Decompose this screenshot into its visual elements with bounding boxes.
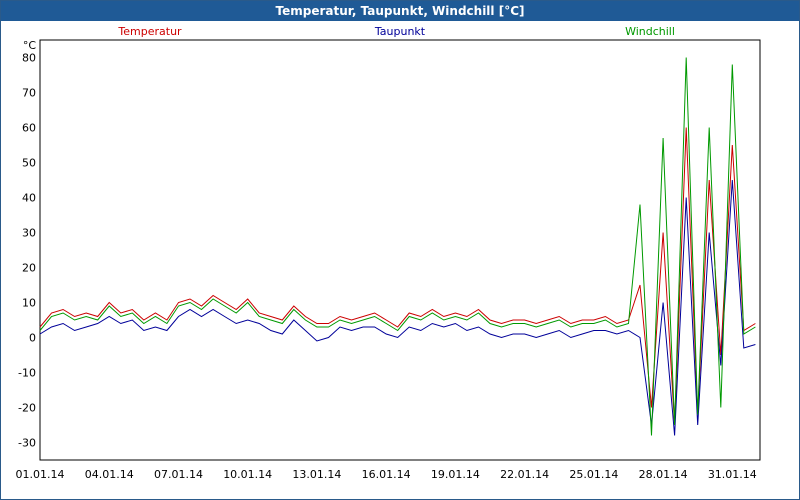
y-tick-label: 40 <box>22 192 36 205</box>
y-tick-label: 10 <box>22 297 36 310</box>
x-tick-label: 10.01.14 <box>223 468 272 481</box>
y-tick-label: 60 <box>22 122 36 135</box>
x-tick-label: 25.01.14 <box>569 468 618 481</box>
x-tick-label: 07.01.14 <box>154 468 203 481</box>
x-tick-label: 01.01.14 <box>16 468 65 481</box>
y-axis-label: °C <box>23 39 37 52</box>
y-tick-label: 20 <box>22 262 36 275</box>
y-tick-label: 0 <box>29 332 36 345</box>
x-tick-label: 04.01.14 <box>85 468 134 481</box>
x-tick-label: 13.01.14 <box>292 468 341 481</box>
y-tick-label: -10 <box>18 367 36 380</box>
legend-temperatur: Temperatur <box>117 25 182 38</box>
y-tick-label: 30 <box>22 227 36 240</box>
x-tick-label: 16.01.14 <box>362 468 411 481</box>
legend-taupunkt: Taupunkt <box>374 25 426 38</box>
y-tick-label: -20 <box>18 402 36 415</box>
x-tick-label: 22.01.14 <box>500 468 549 481</box>
x-tick-label: 19.01.14 <box>431 468 480 481</box>
y-tick-label: 70 <box>22 87 36 100</box>
y-tick-label: -30 <box>18 437 36 450</box>
line-chart: 80 70 60 50 40 30 20 10 0 -10 -20 -30 01.01.14 04.01.… <box>16 25 761 481</box>
y-tick-label: 80 <box>22 52 36 65</box>
legend-windchill: Windchill <box>625 25 675 38</box>
x-tick-label: 31.01.14 <box>708 468 757 481</box>
x-tick-label: 28.01.14 <box>639 468 688 481</box>
y-tick-label: 50 <box>22 157 36 170</box>
